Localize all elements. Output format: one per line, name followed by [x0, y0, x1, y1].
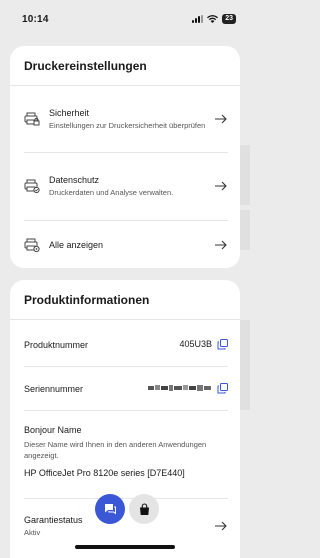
printer-settings-title: Druckereinstellungen [10, 46, 240, 86]
status-bar: 10:14 23 [0, 0, 250, 38]
settings-item-description: Druckerdaten und Analyse verwalten. [49, 188, 174, 197]
assistant-button[interactable] [95, 494, 125, 524]
shop-button[interactable] [129, 494, 159, 524]
bonjour-name-value: HP OfficeJet Pro 8120e series [D7E440] [24, 468, 185, 478]
status-time: 10:14 [22, 13, 49, 25]
shopping-bag-icon [139, 502, 149, 515]
arrow-right-icon [215, 521, 227, 531]
bonjour-section: Bonjour Name Dieser Name wird Ihnen in d… [24, 424, 228, 478]
divider [24, 152, 228, 153]
divider [24, 220, 228, 221]
serial-number-redacted [148, 385, 211, 391]
divider [24, 366, 228, 367]
settings-item-security[interactable]: Sicherheit Einstellungen zur Druckersich… [24, 96, 228, 142]
home-indicator[interactable] [75, 545, 175, 549]
cellular-signal-icon [192, 15, 204, 23]
settings-item-show-all[interactable]: Alle anzeigen [24, 230, 228, 260]
arrow-right-icon [215, 181, 227, 191]
divider [24, 410, 228, 411]
printer-privacy-icon [24, 179, 40, 194]
product-number-label: Produktnummer [24, 340, 89, 350]
settings-item-label: Sicherheit [49, 108, 90, 118]
serial-number-row: Seriennummer [24, 376, 228, 400]
status-icons: 23 [192, 14, 236, 24]
printer-settings-icon [24, 238, 40, 253]
background-decoration [240, 210, 250, 250]
settings-item-description: Einstellungen zur Druckersicherheit über… [49, 121, 206, 130]
product-number-row: Produktnummer 405U3B [24, 332, 228, 356]
printer-lock-icon [24, 112, 40, 126]
copy-icon[interactable] [217, 382, 228, 394]
chat-icon [105, 504, 116, 515]
serial-number-label: Seriennummer [24, 384, 84, 394]
settings-item-label: Alle anzeigen [49, 240, 104, 250]
bonjour-description: Dieser Name wird Ihnen in den anderen An… [24, 440, 207, 460]
copy-icon[interactable] [217, 338, 228, 350]
product-info-title: Produktinformationen [10, 280, 240, 320]
printer-settings-card: Druckereinstellungen Sicherheit Einstell… [10, 46, 240, 268]
battery-icon: 23 [222, 14, 236, 24]
floating-actions [95, 494, 159, 524]
arrow-right-icon [215, 114, 227, 124]
product-number-value: 405U3B [179, 339, 212, 349]
settings-item-label: Datenschutz [49, 175, 100, 185]
warranty-value: Aktiv [24, 528, 41, 537]
wifi-icon [207, 15, 219, 23]
settings-item-privacy[interactable]: Datenschutz Druckerdaten und Analyse ver… [24, 162, 228, 210]
arrow-right-icon [215, 240, 227, 250]
bonjour-label: Bonjour Name [24, 425, 82, 435]
